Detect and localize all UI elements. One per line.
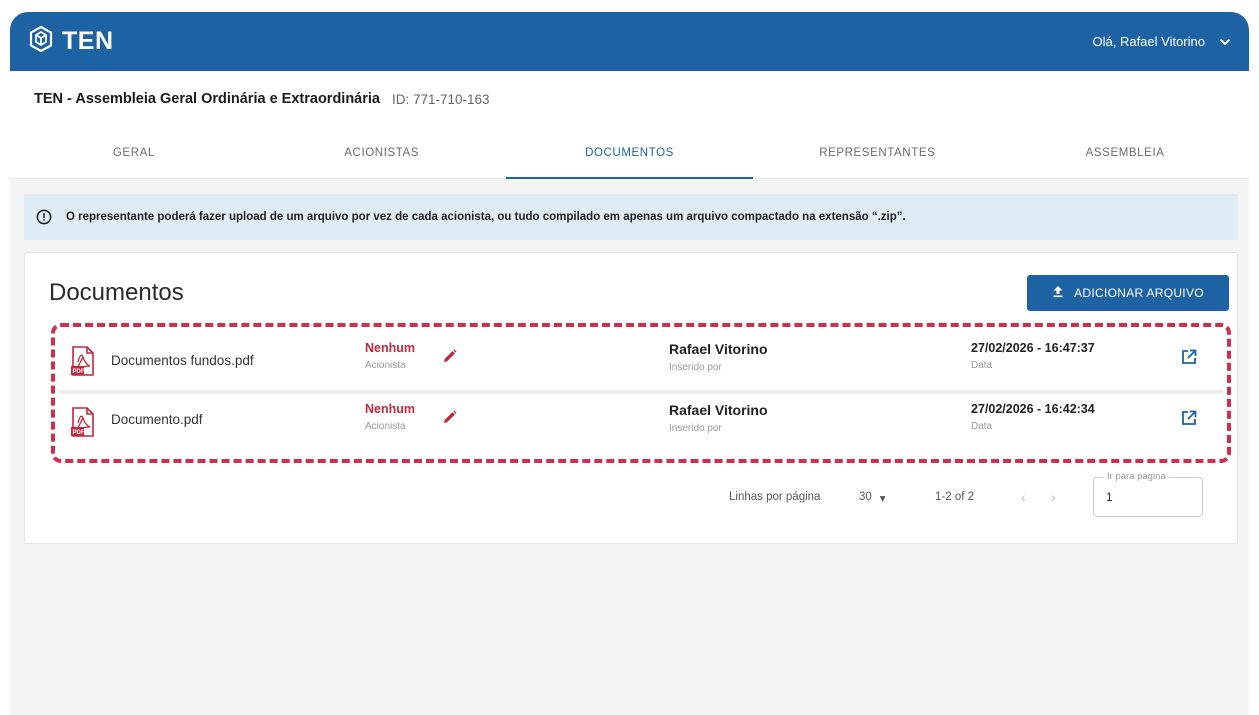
go-to-page-field: Ir para página <box>1093 471 1203 517</box>
document-row: PDF Documento.pdf Nenhum Acionista Rafae… <box>59 390 1223 444</box>
page-title: TEN - Assembleia Geral Ordinária e Extra… <box>34 91 380 107</box>
documents-list: PDF Documentos fundos.pdf Nenhum Acionis… <box>51 323 1231 463</box>
pagination: Linhas por página 30 ▾ 1-2 of 2 ‹ › Ir p… <box>25 471 1237 517</box>
inserted-by-column: Rafael Vitorino Inserido por <box>669 341 768 373</box>
assembly-title-bar: TEN - Assembleia Geral Ordinária e Extra… <box>10 71 1249 127</box>
upload-icon <box>1052 285 1064 301</box>
rows-per-page-label: Linhas por página <box>729 491 821 503</box>
document-file-name[interactable]: Documentos fundos.pdf <box>111 353 254 368</box>
acionista-column: Nenhum Acionista <box>365 402 415 432</box>
inserted-by-value: Rafael Vitorino <box>669 341 768 357</box>
document-file-name[interactable]: Documento.pdf <box>111 412 203 427</box>
go-to-page-input[interactable] <box>1094 478 1202 516</box>
assembly-id: ID: 771-710-163 <box>391 91 490 107</box>
pdf-file-icon: PDF <box>71 407 95 442</box>
rows-per-page-value: 30 <box>859 491 872 503</box>
tab-representantes[interactable]: REPRESENTANTES <box>753 127 1001 178</box>
top-bar: TEN Olá, Rafael Vitorino <box>10 12 1249 71</box>
brand-name: TEN <box>62 27 114 55</box>
tab-assembleia[interactable]: ASSEMBLEIA <box>1001 127 1249 178</box>
date-value: 27/02/2026 - 16:42:34 <box>971 402 1095 416</box>
caret-down-icon: ▾ <box>879 493 886 505</box>
page-range: 1-2 of 2 <box>935 491 974 503</box>
brand[interactable]: TEN <box>28 25 114 58</box>
date-column: 27/02/2026 - 16:47:37 Data <box>971 341 1095 371</box>
rows-per-page-select[interactable]: 30 ▾ <box>859 491 886 505</box>
document-row: PDF Documentos fundos.pdf Nenhum Acionis… <box>59 333 1223 387</box>
alert-message: O representante poderá fazer upload de u… <box>66 211 906 223</box>
next-page-icon[interactable]: › <box>1051 489 1056 505</box>
user-greeting: Olá, Rafael Vitorino <box>1092 34 1206 49</box>
acionista-label: Acionista <box>365 421 406 432</box>
svg-text:PDF: PDF <box>73 430 85 436</box>
open-external-icon[interactable] <box>1181 349 1197 370</box>
documents-title: Documentos <box>49 279 184 306</box>
acionista-column: Nenhum Acionista <box>365 341 415 371</box>
date-label: Data <box>971 421 993 432</box>
chevron-down-icon <box>1219 34 1231 49</box>
date-value: 27/02/2026 - 16:47:37 <box>971 341 1095 355</box>
inserted-by-label: Inserido por <box>669 423 722 434</box>
date-label: Data <box>971 360 993 371</box>
add-file-button[interactable]: ADICIONAR ARQUIVO <box>1027 275 1229 311</box>
tab-geral[interactable]: GERAL <box>10 127 258 178</box>
info-icon <box>36 209 52 225</box>
svg-text:PDF: PDF <box>73 369 85 375</box>
edit-pencil-icon[interactable] <box>443 410 457 429</box>
edit-pencil-icon[interactable] <box>443 349 457 368</box>
open-external-icon[interactable] <box>1181 410 1197 431</box>
tab-acionistas[interactable]: ACIONISTAS <box>258 127 506 178</box>
inserted-by-value: Rafael Vitorino <box>669 402 768 418</box>
acionista-label: Acionista <box>365 360 406 371</box>
acionista-value: Nenhum <box>365 341 415 355</box>
user-menu[interactable]: Olá, Rafael Vitorino <box>1093 34 1232 49</box>
tab-documentos[interactable]: DOCUMENTOS <box>505 127 754 179</box>
inserted-by-label: Inserido por <box>669 362 722 373</box>
add-file-label: ADICIONAR ARQUIVO <box>1074 286 1204 300</box>
ten-logo-icon <box>28 25 54 58</box>
pdf-file-icon: PDF <box>71 346 95 381</box>
previous-page-icon[interactable]: ‹ <box>1021 489 1026 505</box>
app-window: TEN Olá, Rafael Vitorino TEN - Assemblei… <box>10 12 1249 715</box>
info-alert: O representante poderá fazer upload de u… <box>24 194 1238 240</box>
date-column: 27/02/2026 - 16:42:34 Data <box>971 402 1095 432</box>
acionista-value: Nenhum <box>365 402 415 416</box>
tab-bar: GERAL ACIONISTAS DOCUMENTOS REPRESENTANT… <box>10 127 1249 179</box>
documents-card: Documentos ADICIONAR ARQUIVO PDF Documen… <box>24 252 1238 544</box>
inserted-by-column: Rafael Vitorino Inserido por <box>669 402 768 434</box>
